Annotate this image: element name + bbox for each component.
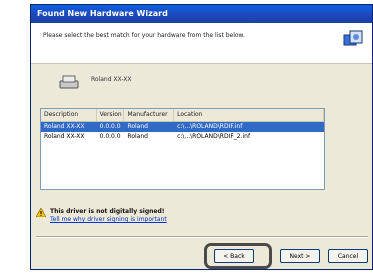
back-button-highlight [204,243,272,269]
window-title: Found New Hardware Wizard [31,5,372,23]
column-description[interactable]: Description [41,109,97,121]
cell-version: 0.0.0.0 [99,123,121,130]
device-name: Roland XX-XX [91,76,132,83]
driver-list[interactable]: Description Version Manufacturer Locatio… [40,108,325,190]
next-button[interactable]: Next > [280,249,320,263]
column-manufacturer[interactable]: Manufacturer [124,109,175,121]
hardware-wizard-icon [343,30,363,46]
unsigned-driver-warning: This driver is not digitally signed! Tel… [36,208,167,223]
cell-manufacturer: Roland [127,123,148,130]
device-row: Roland XX-XX [31,64,372,98]
list-item[interactable]: Roland XX-XX 0.0.0.0 Roland c:\...\ROLAN… [41,122,324,132]
column-version[interactable]: Version [97,109,125,121]
wizard-header: Please select the best match for your ha… [31,23,372,64]
warning-icon [36,208,46,217]
cell-description: Roland XX-XX [44,123,85,130]
cell-version: 0.0.0.0 [99,133,121,140]
device-icon [59,75,79,89]
separator [36,236,368,238]
cell-description: Roland XX-XX [44,133,85,140]
driver-signing-link[interactable]: Tell me why driver signing is important [50,216,167,223]
cancel-button[interactable]: Cancel [328,249,368,263]
list-item[interactable]: Roland XX-XX 0.0.0.0 Roland c:\...\ROLAN… [41,132,324,142]
column-location[interactable]: Location [174,109,324,121]
cell-location: c:\...\ROLAND\RDIF.inf [177,123,243,130]
cell-manufacturer: Roland [127,133,148,140]
warning-text: This driver is not digitally signed! [50,208,165,215]
cell-location: c:\...\ROLAND\RDIF_2.inf [177,133,251,140]
list-header: Description Version Manufacturer Locatio… [41,109,324,122]
wizard-subtitle: Please select the best match for your ha… [43,32,245,39]
